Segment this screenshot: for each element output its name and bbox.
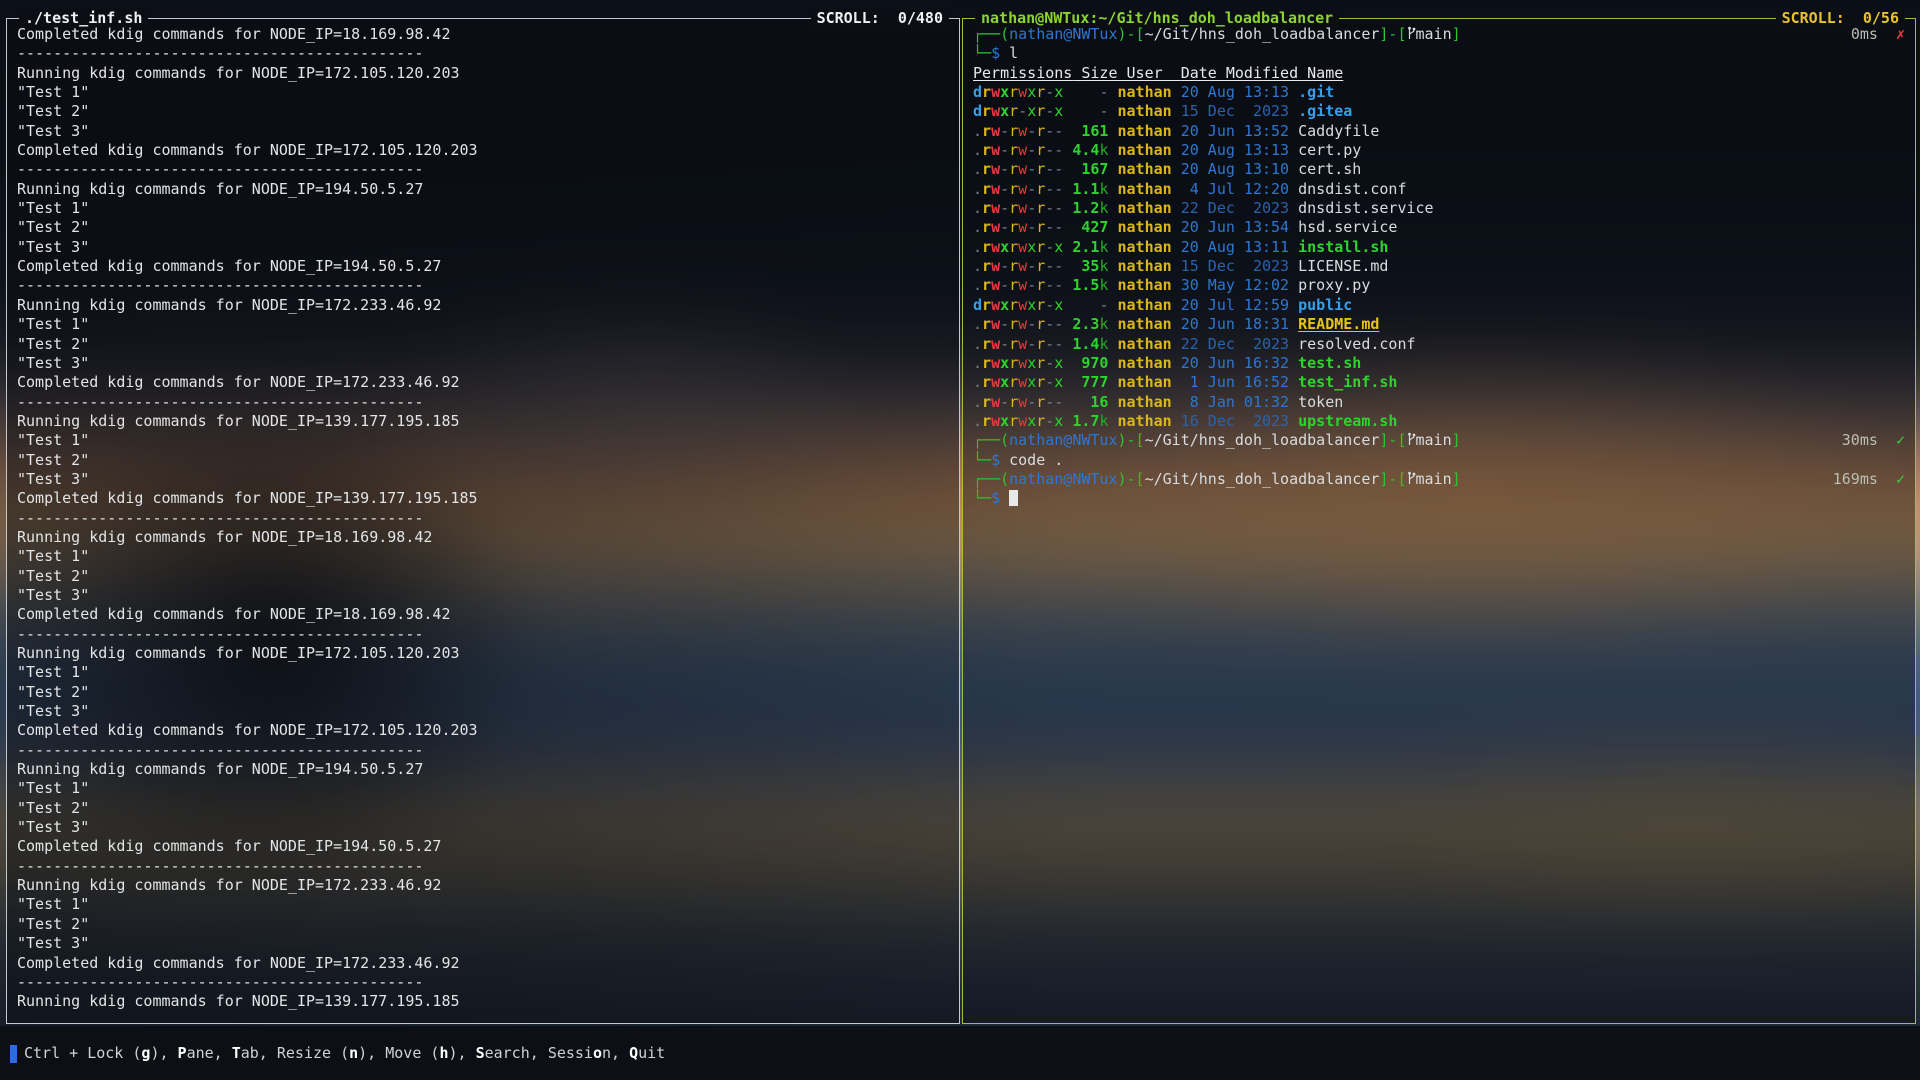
file-row: .rw-rw-r-- 1.5k nathan 30 May 12:02 prox… <box>973 276 1909 295</box>
terminal-line: ----------------------------------------… <box>17 276 953 295</box>
terminal-line: "Test 2" <box>17 915 953 934</box>
terminal-line: Running kdig commands for NODE_IP=194.50… <box>17 760 953 779</box>
terminal-line: Completed kdig commands for NODE_IP=172.… <box>17 954 953 973</box>
left-terminal-pane[interactable]: ./test_inf.sh SCROLL: 0/480 Completed kd… <box>6 18 960 1024</box>
file-row: .rw-rw-r-- 1.4k nathan 22 Dec 2023 resol… <box>973 335 1909 354</box>
file-row: .rw-rw-r-- 167 nathan 20 Aug 13:10 cert.… <box>973 160 1909 179</box>
file-row: .rwxrwxr-x 2.1k nathan 20 Aug 13:11 inst… <box>973 238 1909 257</box>
shell-prompt-line: ┌──(nathan@NWTux)-[~/Git/hns_doh_loadbal… <box>973 25 1909 44</box>
file-row: .rw-rw-r-- 1.1k nathan 4 Jul 12:20 dnsdi… <box>973 180 1909 199</box>
file-row: .rw-rw-r-- 2.3k nathan 20 Jun 18:31 READ… <box>973 315 1909 334</box>
file-row: .rw-rw-r-- 1.2k nathan 22 Dec 2023 dnsdi… <box>973 199 1909 218</box>
right-pane-content[interactable]: ┌──(nathan@NWTux)-[~/Git/hns_doh_loadbal… <box>973 25 1909 1019</box>
terminal-line: "Test 2" <box>17 451 953 470</box>
zellij-screen: ./test_inf.sh SCROLL: 0/480 Completed kd… <box>0 0 1920 1080</box>
terminal-line: Running kdig commands for NODE_IP=18.169… <box>17 528 953 547</box>
terminal-line: "Test 1" <box>17 315 953 334</box>
terminal-line: "Test 1" <box>17 83 953 102</box>
terminal-line: ----------------------------------------… <box>17 509 953 528</box>
file-row: .rwxrwxr-x 970 nathan 20 Jun 16:32 test.… <box>973 354 1909 373</box>
left-pane-content[interactable]: Completed kdig commands for NODE_IP=18.1… <box>17 25 953 1019</box>
file-row: drwxrwxr-x - nathan 20 Jul 12:59 public <box>973 296 1909 315</box>
terminal-line: ----------------------------------------… <box>17 625 953 644</box>
file-row: .rwxrwxr-x 1.7k nathan 16 Dec 2023 upstr… <box>973 412 1909 431</box>
shell-command-line: └─$ code . <box>973 451 1909 470</box>
right-status: ♪ All Joy No Stress (K... [Rhett Walker]… <box>1162 1026 1898 1080</box>
command-duration: 169ms ✓ <box>1833 470 1905 489</box>
terminal-line: Running kdig commands for NODE_IP=139.17… <box>17 412 953 431</box>
terminal-line: Completed kdig commands for NODE_IP=139.… <box>17 489 953 508</box>
file-row: .rw-rw-r-- 16 nathan 8 Jan 01:32 token <box>973 393 1909 412</box>
shell-command-line: └─$ l <box>973 44 1909 63</box>
file-row: drwxr-xr-x - nathan 15 Dec 2023 .gitea <box>973 102 1909 121</box>
terminal-line: "Test 3" <box>17 238 953 257</box>
terminal-line: Running kdig commands for NODE_IP=194.50… <box>17 180 953 199</box>
shell-command-line: └─$ <box>973 489 1909 508</box>
right-terminal-pane[interactable]: nathan@NWTux:~/Git/hns_doh_loadbalancer … <box>962 18 1916 1024</box>
listing-header: Permissions Size User Date Modified Name <box>973 64 1909 83</box>
terminal-line: "Test 2" <box>17 102 953 121</box>
command-duration: 30ms ✓ <box>1842 431 1905 450</box>
terminal-line: "Test 3" <box>17 586 953 605</box>
command-duration: 0ms ✗ <box>1851 25 1905 44</box>
terminal-line: "Test 3" <box>17 934 953 953</box>
terminal-line: "Test 1" <box>17 431 953 450</box>
file-row: drwxrwxr-x - nathan 20 Aug 13:13 .git <box>973 83 1909 102</box>
terminal-line: Completed kdig commands for NODE_IP=194.… <box>17 257 953 276</box>
terminal-line: ----------------------------------------… <box>17 393 953 412</box>
git-branch-icon <box>1407 432 1416 452</box>
terminal-line: "Test 1" <box>17 547 953 566</box>
terminal-line: "Test 3" <box>17 470 953 489</box>
terminal-line: ----------------------------------------… <box>17 741 953 760</box>
terminal-line: ----------------------------------------… <box>17 973 953 992</box>
terminal-line: Running kdig commands for NODE_IP=172.23… <box>17 296 953 315</box>
git-branch-icon <box>1407 26 1416 46</box>
file-row: .rwxrwxr-x 777 nathan 1 Jun 16:52 test_i… <box>973 373 1909 392</box>
git-branch-icon <box>1407 471 1416 491</box>
text-cursor <box>1009 490 1018 506</box>
terminal-line: "Test 3" <box>17 702 953 721</box>
terminal-line: ----------------------------------------… <box>17 857 953 876</box>
terminal-line: "Test 1" <box>17 663 953 682</box>
file-row: .rw-rw-r-- 427 nathan 20 Jun 13:54 hsd.s… <box>973 218 1909 237</box>
terminal-line: "Test 1" <box>17 779 953 798</box>
terminal-line: Running kdig commands for NODE_IP=172.10… <box>17 644 953 663</box>
terminal-line: Completed kdig commands for NODE_IP=172.… <box>17 373 953 392</box>
terminal-line: "Test 3" <box>17 122 953 141</box>
terminal-line: "Test 2" <box>17 799 953 818</box>
session-info: HNSDoHHSD VM <box>894 1026 1075 1080</box>
terminal-line: "Test 2" <box>17 335 953 354</box>
terminal-line: Running kdig commands for NODE_IP=139.17… <box>17 992 953 1011</box>
terminal-line: "Test 3" <box>17 354 953 373</box>
terminal-line: ----------------------------------------… <box>17 160 953 179</box>
terminal-line: ----------------------------------------… <box>17 44 953 63</box>
terminal-line: Completed kdig commands for NODE_IP=18.1… <box>17 605 953 624</box>
terminal-line: "Test 1" <box>17 199 953 218</box>
terminal-line: Completed kdig commands for NODE_IP=194.… <box>17 837 953 856</box>
file-row: .rw-rw-r-- 35k nathan 15 Dec 2023 LICENS… <box>973 257 1909 276</box>
terminal-line: Completed kdig commands for NODE_IP=172.… <box>17 141 953 160</box>
terminal-line: "Test 2" <box>17 567 953 586</box>
shell-prompt-line: ┌──(nathan@NWTux)-[~/Git/hns_doh_loadbal… <box>973 431 1909 450</box>
terminal-line: Completed kdig commands for NODE_IP=18.1… <box>17 25 953 44</box>
file-row: .rw-rw-r-- 161 nathan 20 Jun 13:52 Caddy… <box>973 122 1909 141</box>
file-row: .rw-rw-r-- 4.4k nathan 20 Aug 13:13 cert… <box>973 141 1909 160</box>
keybinding-hints[interactable]: Ctrl + Lock (g), Pane, Tab, Resize (n), … <box>24 1026 665 1080</box>
terminal-line: Running kdig commands for NODE_IP=172.23… <box>17 876 953 895</box>
terminal-line: "Test 2" <box>17 683 953 702</box>
mode-indicator-block <box>10 1045 17 1063</box>
terminal-line: Running kdig commands for NODE_IP=172.10… <box>17 64 953 83</box>
terminal-line: "Test 1" <box>17 895 953 914</box>
terminal-line: "Test 2" <box>17 218 953 237</box>
terminal-line: Completed kdig commands for NODE_IP=172.… <box>17 721 953 740</box>
status-bar: Ctrl + Lock (g), Pane, Tab, Resize (n), … <box>0 1026 1920 1080</box>
shell-prompt-line: ┌──(nathan@NWTux)-[~/Git/hns_doh_loadbal… <box>973 470 1909 489</box>
terminal-line: "Test 3" <box>17 818 953 837</box>
